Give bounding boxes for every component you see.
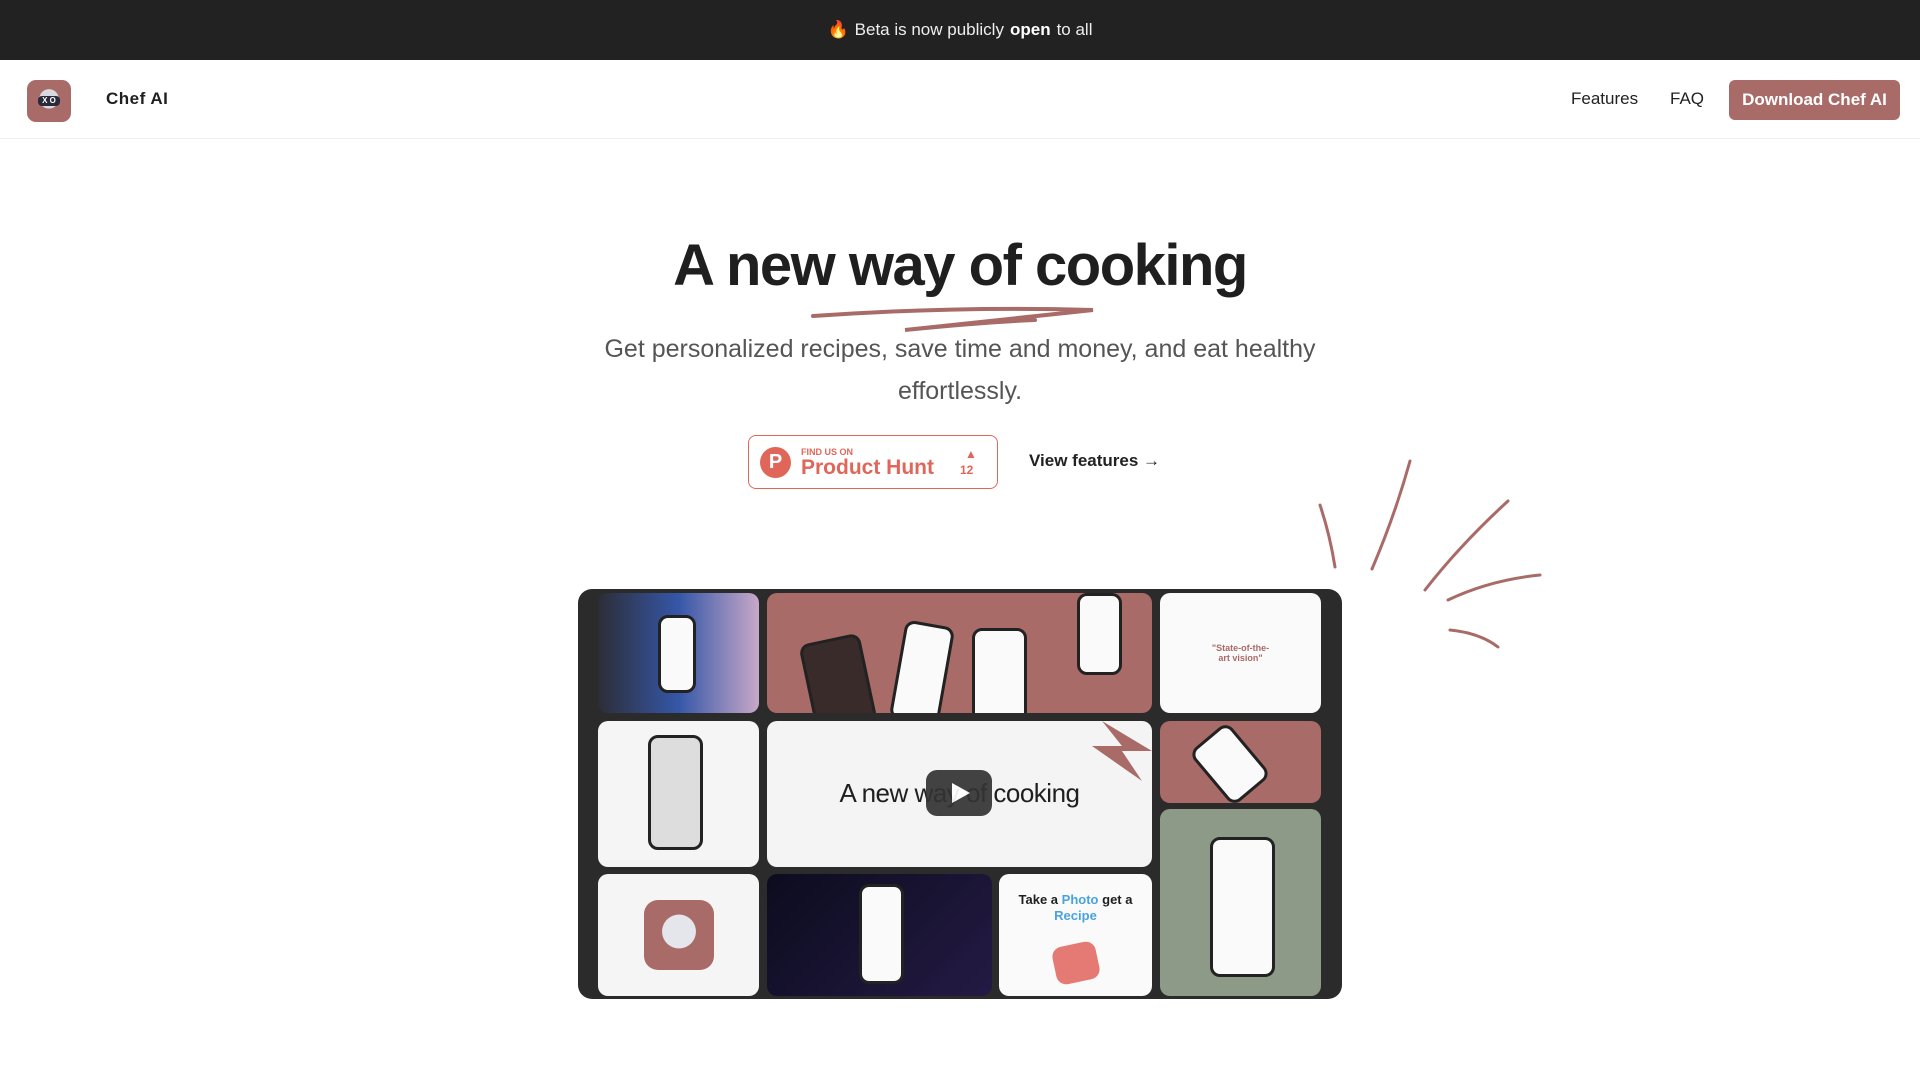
thumb-dark-phone <box>767 874 992 996</box>
nav-faq[interactable]: FAQ <box>1670 89 1704 109</box>
fire-icon: 🔥 <box>827 20 849 39</box>
award-quote: "State-of-the-art vision" <box>1211 643 1270 663</box>
announcement-banner: 🔥 Beta is now publicly open to all <box>0 0 1920 60</box>
banner-text: Beta is now publicly <box>854 20 1004 39</box>
thumb-phone-closeup <box>1160 809 1321 996</box>
hero-subtitle: Get personalized recipes, save time and … <box>604 335 1316 405</box>
banner-bold: open <box>1009 20 1051 39</box>
tagline-recipe: Recipe <box>1054 908 1097 923</box>
chef-robot-icon <box>644 900 714 970</box>
tagline-after: get a <box>1102 892 1133 907</box>
upvote-icon: ▲ <box>965 447 977 461</box>
brand-name[interactable]: Chef AI <box>106 89 168 109</box>
thumb-robot-icon <box>598 874 759 996</box>
play-button[interactable] <box>926 770 992 816</box>
tagline-photo: Photo <box>1061 892 1099 907</box>
thumb-award: "State-of-the-art vision" <box>1160 593 1321 713</box>
tagline-before: Take a <box>1018 892 1059 907</box>
product-hunt-badge[interactable]: P FIND US ON Product Hunt ▲ 12 <box>748 435 998 489</box>
thumb-phone-recipes <box>598 721 759 867</box>
nav-features[interactable]: Features <box>1571 89 1638 109</box>
thumb-hand-phone <box>1160 721 1321 803</box>
banner-text-end: to all <box>1056 20 1093 39</box>
decorative-strokes <box>1318 459 1542 649</box>
navbar: X O Chef AI Features FAQ Download Chef A… <box>0 60 1920 139</box>
chef-robot-logo[interactable]: X O <box>27 80 71 122</box>
download-button[interactable]: Download Chef AI <box>1729 80 1900 120</box>
product-hunt-icon: P <box>760 447 791 478</box>
thumb-app-screens <box>767 593 1152 713</box>
view-features-link[interactable]: View features → <box>1029 451 1160 471</box>
ph-big-text: Product Hunt <box>801 456 934 479</box>
thumb-phone-in-hand <box>598 593 759 713</box>
lightning-icon <box>1092 721 1152 781</box>
camera-icon <box>1050 939 1102 987</box>
thumb-take-photo: Take a Photo get a Recipe <box>999 874 1152 996</box>
upvote-count: 12 <box>960 463 974 477</box>
hero-title: A new way of cooking <box>673 233 1248 298</box>
